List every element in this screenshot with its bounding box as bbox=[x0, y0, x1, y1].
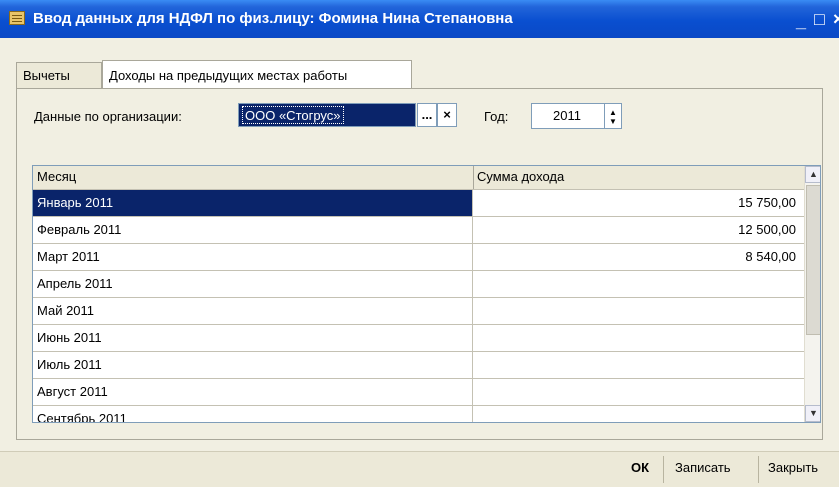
org-select-button[interactable]: ... bbox=[417, 103, 437, 127]
table-row[interactable]: Апрель 2011 bbox=[33, 271, 804, 298]
column-header-month[interactable]: Месяц bbox=[37, 169, 76, 184]
org-input[interactable]: ООО «Стогрус» bbox=[238, 103, 416, 127]
income-table[interactable]: Месяц Сумма дохода Январь 2011 15 750,00… bbox=[32, 165, 821, 423]
table-row[interactable]: Август 2011 bbox=[33, 379, 804, 406]
ok-button[interactable]: ОК bbox=[631, 460, 649, 475]
table-header: Месяц Сумма дохода bbox=[33, 166, 804, 190]
cell-month[interactable]: Август 2011 bbox=[33, 379, 473, 405]
divider bbox=[758, 456, 759, 483]
year-spinner[interactable]: ▲ ▼ bbox=[604, 103, 622, 129]
cell-month[interactable]: Февраль 2011 bbox=[33, 217, 473, 243]
spin-up-icon[interactable]: ▲ bbox=[609, 109, 617, 117]
table-row[interactable]: Сентябрь 2011 bbox=[33, 406, 804, 422]
org-value: ООО «Стогрус» bbox=[242, 106, 344, 124]
cell-amount[interactable] bbox=[474, 379, 804, 405]
scroll-up-icon[interactable]: ▲ bbox=[805, 166, 820, 183]
cell-amount[interactable] bbox=[474, 271, 804, 297]
maximize-button[interactable]: □ bbox=[814, 10, 825, 28]
cell-amount[interactable] bbox=[474, 298, 804, 324]
close-window-button[interactable]: × bbox=[833, 10, 839, 28]
tab-previous-income[interactable]: Доходы на предыдущих местах работы bbox=[102, 60, 412, 90]
cell-month[interactable]: Июль 2011 bbox=[33, 352, 473, 378]
cell-amount[interactable]: 8 540,00 bbox=[474, 244, 804, 270]
year-label: Год: bbox=[484, 109, 509, 124]
table-row[interactable]: Май 2011 bbox=[33, 298, 804, 325]
org-label: Данные по организации: bbox=[34, 109, 182, 124]
table-row[interactable]: Июль 2011 bbox=[33, 352, 804, 379]
vertical-scrollbar[interactable]: ▲ ▼ bbox=[804, 166, 820, 422]
title-bar[interactable]: Ввод данных для НДФЛ по физ.лицу: Фомина… bbox=[0, 0, 839, 38]
table-row[interactable]: Январь 2011 15 750,00 bbox=[33, 190, 804, 217]
spin-down-icon[interactable]: ▼ bbox=[609, 118, 617, 126]
cell-month[interactable]: Апрель 2011 bbox=[33, 271, 473, 297]
cell-amount[interactable] bbox=[474, 352, 804, 378]
cell-month[interactable]: Январь 2011 bbox=[33, 190, 473, 216]
column-divider[interactable] bbox=[473, 166, 474, 189]
year-input[interactable]: 2011 bbox=[531, 103, 606, 129]
cell-month[interactable]: Июнь 2011 bbox=[33, 325, 473, 351]
cell-amount[interactable]: 12 500,00 bbox=[474, 217, 804, 243]
window-title: Ввод данных для НДФЛ по физ.лицу: Фомина… bbox=[33, 10, 513, 27]
cell-amount[interactable] bbox=[474, 325, 804, 351]
cell-amount[interactable]: 15 750,00 bbox=[474, 190, 804, 216]
cell-month[interactable]: Сентябрь 2011 bbox=[33, 406, 473, 422]
minimize-button[interactable]: _ bbox=[796, 12, 806, 30]
table-row[interactable]: Июнь 2011 bbox=[33, 325, 804, 352]
table-row[interactable]: Март 2011 8 540,00 bbox=[33, 244, 804, 271]
divider bbox=[663, 456, 664, 483]
button-bar: ОК Записать Закрыть bbox=[0, 451, 839, 487]
dialog-window: Ввод данных для НДФЛ по физ.лицу: Фомина… bbox=[0, 0, 839, 487]
form-icon bbox=[9, 11, 25, 25]
tab-deductions[interactable]: Вычеты bbox=[16, 62, 102, 88]
close-button[interactable]: Закрыть bbox=[768, 460, 818, 475]
cell-month[interactable]: Март 2011 bbox=[33, 244, 473, 270]
cell-amount[interactable] bbox=[474, 406, 804, 422]
table-row[interactable]: Февраль 2011 12 500,00 bbox=[33, 217, 804, 244]
scroll-down-icon[interactable]: ▼ bbox=[805, 405, 820, 422]
scroll-thumb[interactable] bbox=[806, 185, 820, 335]
cell-month[interactable]: Май 2011 bbox=[33, 298, 473, 324]
save-button[interactable]: Записать bbox=[675, 460, 731, 475]
org-clear-button[interactable]: × bbox=[437, 103, 457, 127]
column-header-amount[interactable]: Сумма дохода bbox=[477, 169, 564, 184]
